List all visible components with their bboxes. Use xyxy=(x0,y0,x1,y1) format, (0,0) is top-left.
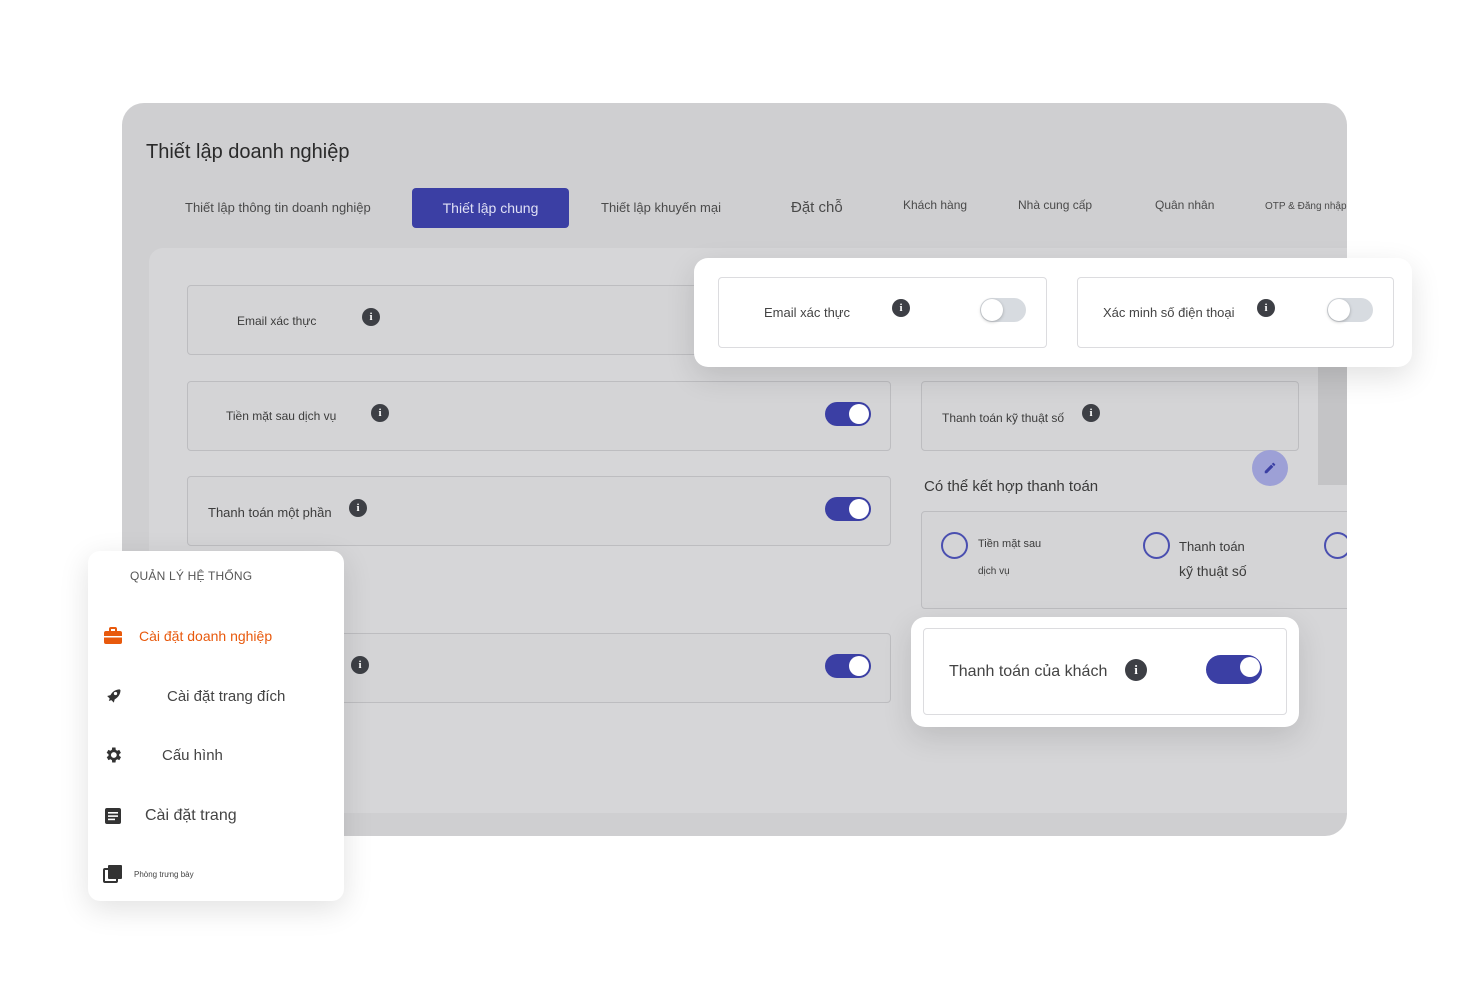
pencil-icon xyxy=(1264,462,1276,474)
combine-option-cash-line1: Tiền mặt sau xyxy=(978,538,1042,550)
page-title: Thiết lập doanh nghiệp xyxy=(146,141,350,163)
tab-promotions[interactable]: Thiết lập khuyến mại xyxy=(601,193,721,223)
tab-otp-login[interactable]: OTP & Đăng nhập xyxy=(1265,192,1347,222)
tab-military[interactable]: Quân nhân xyxy=(1155,190,1214,220)
setting-row-toggle[interactable] xyxy=(825,654,871,678)
tab-general[interactable]: Thiết lập chung xyxy=(412,188,569,228)
menu-item-gallery[interactable]: Phòng trưng bày xyxy=(102,859,194,889)
radio-option-third[interactable] xyxy=(1324,532,1347,559)
digital-payment-label: Thanh toán kỹ thuật số xyxy=(942,411,1065,425)
digital-payment-card: Thanh toán kỹ thuật số i xyxy=(921,381,1299,451)
combine-option-digital-line1: Thanh toán xyxy=(1179,539,1245,554)
radio-cash-after-service[interactable] xyxy=(941,532,968,559)
info-icon[interactable]: i xyxy=(1125,659,1147,681)
radio-digital-payment[interactable] xyxy=(1143,532,1170,559)
phone-verify-card: Xác minh số điện thoại i xyxy=(1077,277,1394,348)
partial-payment-card: Thanh toán một phần i xyxy=(187,476,891,546)
email-verify-card-dim: Email xác thực i xyxy=(187,285,707,355)
rocket-icon xyxy=(102,685,124,707)
combine-payment-title: Có thể kết hợp thanh toán xyxy=(924,478,1099,495)
menu-item-label: Cài đặt trang đích xyxy=(167,687,286,705)
menu-item-page-settings[interactable]: Cài đặt trang xyxy=(102,801,237,831)
partial-payment-label: Thanh toán một phần xyxy=(208,505,332,520)
combine-payment-options: Tiền mặt sau dịch vụ Thanh toán kỹ thuật… xyxy=(921,511,1347,609)
menu-item-label: Cấu hình xyxy=(162,746,223,764)
email-verify-label-dim: Email xác thực xyxy=(237,314,317,328)
menu-item-business-settings[interactable]: Cài đặt doanh nghiệp xyxy=(102,621,272,651)
email-verify-label: Email xác thực xyxy=(764,305,851,320)
guest-payment-label: Thanh toán của khách xyxy=(949,663,1108,680)
info-icon[interactable]: i xyxy=(351,656,369,674)
cash-after-service-toggle[interactable] xyxy=(825,402,871,426)
guest-payment-panel: Thanh toán của khách i xyxy=(911,617,1299,727)
info-icon[interactable]: i xyxy=(892,299,910,317)
menu-item-landing-settings[interactable]: Cài đặt trang đích xyxy=(102,681,285,711)
partial-payment-toggle[interactable] xyxy=(825,497,871,521)
cash-after-service-card: Tiền mặt sau dịch vụ i xyxy=(187,381,891,451)
menu-item-label: Cài đặt doanh nghiệp xyxy=(139,628,273,644)
info-icon[interactable]: i xyxy=(1257,299,1275,317)
tab-booking[interactable]: Đặt chỗ xyxy=(791,193,843,223)
menu-item-configuration[interactable]: Cấu hình xyxy=(102,740,223,770)
guest-payment-toggle[interactable] xyxy=(1206,655,1262,684)
email-verify-toggle[interactable] xyxy=(980,298,1026,322)
document-icon xyxy=(102,805,124,827)
system-management-menu: QUẢN LÝ HỆ THỐNG Cài đặt doanh nghiệp Cà… xyxy=(88,551,344,901)
gallery-icon xyxy=(102,863,124,885)
menu-item-label: Phòng trưng bày xyxy=(134,869,194,879)
cash-after-service-label: Tiền mặt sau dịch vụ xyxy=(226,409,337,423)
combine-option-digital-line2: kỹ thuật số xyxy=(1179,563,1247,579)
tab-suppliers[interactable]: Nhà cung cấp xyxy=(1018,190,1092,220)
info-icon[interactable]: i xyxy=(349,499,367,517)
phone-verify-toggle[interactable] xyxy=(1327,298,1373,322)
menu-item-label: Cài đặt trang xyxy=(145,807,237,824)
briefcase-icon xyxy=(102,625,124,647)
tab-customers[interactable]: Khách hàng xyxy=(903,190,967,220)
verification-panel: Email xác thực i Xác minh số điện thoại … xyxy=(694,258,1412,367)
combine-option-cash-line2: dịch vụ xyxy=(978,566,1010,577)
tab-business-info[interactable]: Thiết lập thông tin doanh nghiệp xyxy=(185,193,371,223)
email-verify-card: Email xác thực i xyxy=(718,277,1047,348)
info-icon[interactable]: i xyxy=(371,404,389,422)
guest-payment-card: Thanh toán của khách i xyxy=(923,628,1287,715)
info-icon[interactable]: i xyxy=(1082,404,1100,422)
gear-icon xyxy=(102,744,124,766)
menu-header: QUẢN LÝ HỆ THỐNG xyxy=(130,569,253,583)
scrollbar-track[interactable] xyxy=(1318,365,1347,485)
edit-button[interactable] xyxy=(1252,450,1288,486)
phone-verify-label: Xác minh số điện thoại xyxy=(1103,305,1235,320)
info-icon[interactable]: i xyxy=(362,308,380,326)
